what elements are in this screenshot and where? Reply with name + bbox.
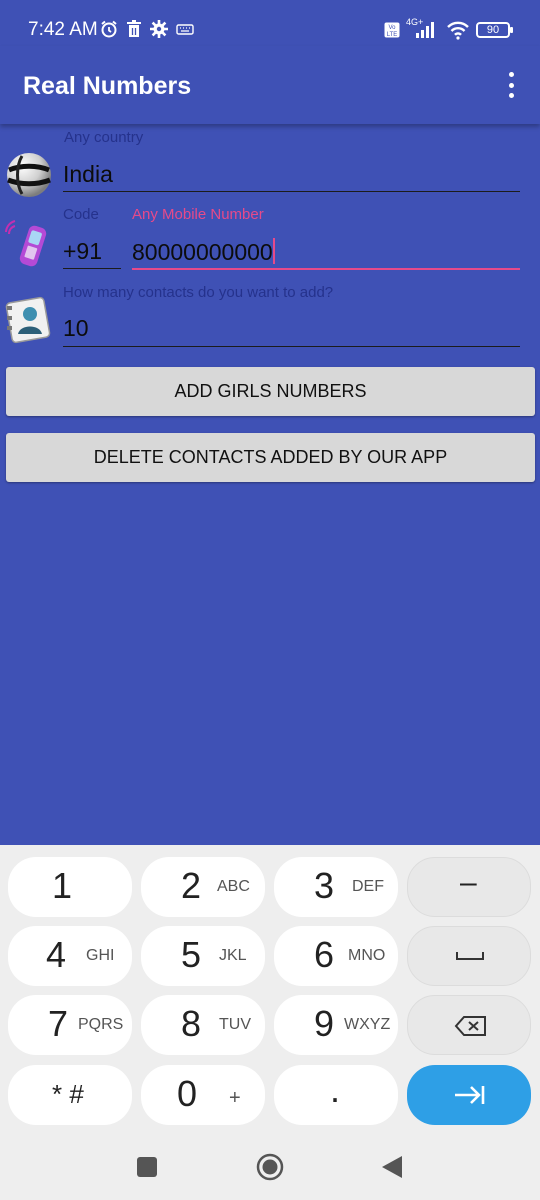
signal-icon [416,22,434,38]
key-3[interactable]: 3 DEF [274,857,398,917]
key-0[interactable]: 0 + [141,1065,265,1125]
key-9[interactable]: 9 WXYZ [274,995,398,1055]
navigation-bar [0,1135,540,1200]
overflow-menu-icon[interactable] [506,72,516,98]
contacts-count-field[interactable]: 10 [63,315,89,342]
contact-card-icon [5,296,51,344]
app-bar: Real Numbers [0,46,540,124]
code-field[interactable]: +91 [63,238,102,265]
recent-apps-icon[interactable] [136,1156,158,1178]
keyboard-icon [176,24,194,35]
key-5[interactable]: 5 JKL [141,926,265,986]
home-icon[interactable] [256,1153,284,1181]
battery-indicator: 90 [476,22,513,38]
code-label: Code [63,206,99,223]
svg-text:LTE: LTE [387,32,398,38]
mobile-number-underline [132,268,520,270]
numeric-keyboard: 1 2 ABC 3 DEF – 4 GHI 5 JKL 6 MNO 7 PQRS… [0,845,540,1135]
key-8[interactable]: 8 TUV [141,995,265,1055]
key-1[interactable]: 1 [8,857,132,917]
mobile-phone-icon [5,220,47,267]
mobile-number-label: Any Mobile Number [132,206,264,223]
country-underline [63,191,520,192]
code-underline [63,268,121,269]
minus-key[interactable]: – [407,857,531,917]
status-time: 7:42 AM [28,19,98,40]
dot-key[interactable]: . [274,1065,398,1125]
volte-icon: VoLTE [384,22,400,38]
country-label: Any country [64,129,144,146]
trash-icon [127,20,141,37]
wifi-icon [447,21,469,40]
key-4[interactable]: 4 GHI [8,926,132,986]
backspace-key[interactable] [407,995,531,1055]
next-key[interactable] [407,1065,531,1125]
alarm-icon [101,20,117,38]
delete-contacts-button[interactable]: DELETE CONTACTS ADDED BY OUR APP [6,433,535,482]
gear-icon [150,20,168,38]
add-girls-numbers-button[interactable]: ADD GIRLS NUMBERS [6,367,535,416]
country-field[interactable]: India [63,161,113,188]
space-bar-icon [456,952,484,960]
space-key[interactable] [407,926,531,986]
contacts-count-underline [63,346,520,347]
status-bar: 7:42 AM Vo LTE 4G+ 90 [0,0,540,46]
key-7[interactable]: 7 PQRS [8,995,132,1055]
backspace-icon [454,1016,486,1036]
symbols-key[interactable]: * # [8,1065,132,1125]
globe-icon [7,153,51,197]
text-cursor [272,238,275,264]
app-title: Real Numbers [23,72,192,100]
key-6[interactable]: 6 MNO [274,926,398,986]
svg-text:Vo: Vo [388,25,396,31]
mobile-number-field[interactable]: 80000000000 [132,238,275,266]
tab-next-icon [455,1086,485,1104]
back-icon[interactable] [380,1155,404,1179]
contacts-count-label: How many contacts do you want to add? [63,284,334,301]
mobile-number-value: 80000000000 [132,239,273,265]
key-2[interactable]: 2 ABC [141,857,265,917]
